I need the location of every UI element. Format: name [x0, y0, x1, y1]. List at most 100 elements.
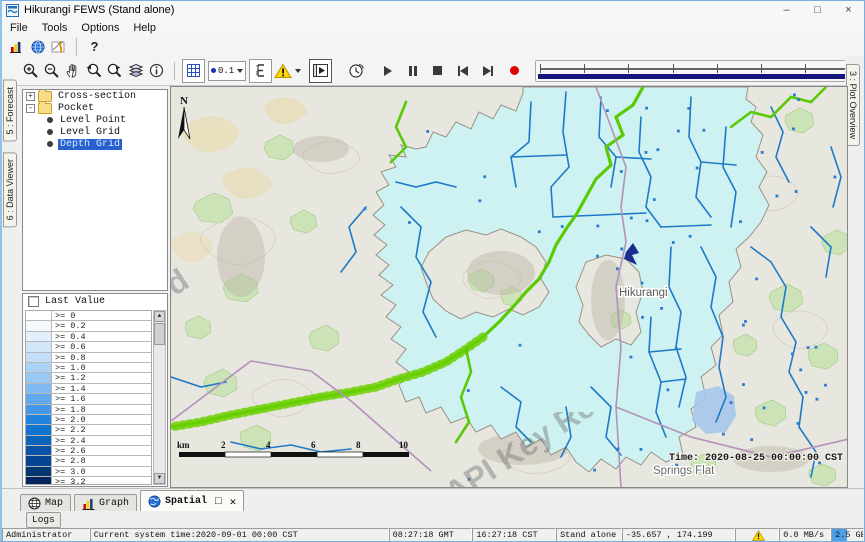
longitudinal-profile-icon[interactable]: [249, 59, 272, 83]
zoom-in-icon[interactable]: [20, 60, 41, 82]
help-icon[interactable]: ?: [84, 36, 105, 58]
legend-label: >= 0.2: [52, 321, 151, 330]
thresholds-warning-dropdown[interactable]: [274, 63, 301, 79]
status-coordinates: -35.657 , 174.199: [622, 528, 736, 542]
pan-hand-icon[interactable]: [62, 60, 83, 82]
legend-row[interactable]: >= 3.2: [26, 477, 151, 485]
legend-scrollbar[interactable]: ▲ ▼: [153, 310, 166, 485]
legend-swatch: [26, 415, 52, 424]
set-time-icon[interactable]: [346, 60, 367, 82]
legend-row[interactable]: >= 0.2: [26, 321, 151, 331]
legend-row[interactable]: >= 1.6: [26, 394, 151, 404]
legend-row[interactable]: >= 2.6: [26, 446, 151, 456]
legend-row[interactable]: >= 1.4: [26, 384, 151, 394]
legend-row[interactable]: >= 1.0: [26, 363, 151, 373]
info-icon[interactable]: [146, 60, 167, 82]
tab-graph[interactable]: Graph: [74, 494, 137, 512]
grid-display-icon[interactable]: [182, 59, 205, 83]
pause-button[interactable]: [402, 60, 423, 82]
zoom-out-icon[interactable]: [41, 60, 62, 82]
tree-leaf-level-grid[interactable]: Level Grid: [23, 126, 167, 138]
status-system-time: Current system time:2020-09-01 00:00 CST: [90, 528, 389, 542]
legend-row[interactable]: >= 2.0: [26, 415, 151, 425]
legend-row[interactable]: >= 0.6: [26, 342, 151, 352]
map-canvas[interactable]: API Key Required API Key Required Hikura…: [171, 87, 848, 488]
maximize-tab-icon[interactable]: □: [215, 496, 222, 508]
menu-options[interactable]: Options: [81, 22, 119, 34]
legend-row[interactable]: >= 2.8: [26, 456, 151, 466]
blue-globe-icon: [148, 495, 161, 508]
menu-help[interactable]: Help: [133, 22, 156, 34]
status-warning-cell[interactable]: [735, 528, 779, 542]
bar-chart-icon: [82, 497, 95, 510]
play-button[interactable]: [377, 60, 398, 82]
svg-text:10: 10: [399, 440, 409, 450]
scrollbar-thumb[interactable]: [154, 323, 165, 345]
zoom-previous-icon[interactable]: [83, 60, 104, 82]
close-button[interactable]: ×: [833, 2, 864, 19]
tab-forecast[interactable]: 5 : Forecast: [3, 80, 17, 142]
profile-display-icon[interactable]: [48, 36, 69, 58]
legend-row[interactable]: >= 2.4: [26, 436, 151, 446]
skip-to-end-button[interactable]: [477, 60, 498, 82]
menu-tools[interactable]: Tools: [42, 22, 68, 34]
contour-threshold-dropdown[interactable]: 0.1: [208, 61, 246, 81]
legend-row[interactable]: >= 0: [26, 311, 151, 321]
last-value-checkbox[interactable]: [28, 296, 39, 307]
layers-icon[interactable]: [125, 60, 146, 82]
place-label-springs-flat: Springs Flat: [653, 465, 715, 477]
movie-player-icon[interactable]: [309, 59, 332, 83]
skip-to-start-button[interactable]: [452, 60, 473, 82]
map-view[interactable]: API Key Required API Key Required Hikura…: [170, 86, 848, 488]
toolbar-separator: [76, 38, 77, 56]
scroll-up-icon[interactable]: ▲: [154, 311, 165, 322]
legend-row[interactable]: >= 2.2: [26, 425, 151, 435]
zoom-next-icon[interactable]: [104, 60, 125, 82]
tree-node-pocket[interactable]: - Pocket: [23, 102, 167, 114]
legend-row[interactable]: >= 3.0: [26, 467, 151, 477]
filter-tree[interactable]: + Cross-section - Pocket Level Point Lev…: [22, 89, 168, 291]
explorer-chart-icon[interactable]: [6, 36, 27, 58]
legend-row[interactable]: >= 0.8: [26, 353, 151, 363]
legend-row[interactable]: >= 1.8: [26, 405, 151, 415]
tab-data-viewer[interactable]: 6 : Data Viewer: [3, 152, 17, 227]
tree-leaf-label-selected[interactable]: Depth Grid: [58, 139, 122, 150]
spatial-globe-icon[interactable]: [27, 36, 48, 58]
legend-label: >= 2.0: [52, 415, 151, 424]
maximize-button[interactable]: □: [802, 2, 833, 19]
record-button[interactable]: [504, 60, 525, 82]
bottom-tab-bar: Map Graph Spatial □ ✕: [2, 488, 864, 512]
logs-button[interactable]: Logs: [26, 512, 61, 528]
tab-spatial[interactable]: Spatial □ ✕: [140, 490, 244, 512]
stop-button[interactable]: [427, 60, 448, 82]
expand-icon[interactable]: +: [26, 92, 35, 101]
tree-node-label[interactable]: Pocket: [56, 103, 96, 114]
time-slider[interactable]: [535, 60, 855, 82]
tree-node-label[interactable]: Cross-section: [56, 91, 138, 102]
legend-row[interactable]: >= 0.4: [26, 332, 151, 342]
threshold-value: 0.1: [218, 66, 234, 76]
tab-plot-overview[interactable]: 3 : Plot Overview: [846, 64, 860, 146]
toolbar-separator: [174, 62, 175, 80]
tree-leaf-label[interactable]: Level Point: [58, 115, 128, 126]
tree-leaf-depth-grid[interactable]: Depth Grid: [23, 138, 167, 150]
close-tab-icon[interactable]: ✕: [230, 495, 237, 509]
legend-row[interactable]: >= 1.2: [26, 373, 151, 383]
chevron-down-icon: [237, 69, 243, 73]
menu-file[interactable]: File: [10, 22, 28, 34]
tree-leaf-level-point[interactable]: Level Point: [23, 114, 167, 126]
title-bar[interactable]: Hikurangi FEWS (Stand alone) – □ ×: [2, 1, 864, 19]
legend-swatch: [26, 342, 52, 351]
scroll-down-icon[interactable]: ▼: [154, 473, 165, 484]
legend-swatch: [26, 405, 52, 414]
tab-map[interactable]: Map: [20, 494, 71, 512]
legend-label: >= 1.4: [52, 384, 151, 393]
tree-leaf-label[interactable]: Level Grid: [58, 127, 122, 138]
minimize-button[interactable]: –: [771, 2, 802, 19]
time-slider-range[interactable]: [538, 74, 852, 79]
collapse-icon[interactable]: -: [26, 104, 35, 113]
chevron-down-icon: [295, 69, 301, 73]
status-download-speed: 0.0 MB/s: [779, 528, 831, 542]
last-value-row[interactable]: Last Value: [23, 294, 167, 308]
legend-label: >= 2.4: [52, 436, 151, 445]
